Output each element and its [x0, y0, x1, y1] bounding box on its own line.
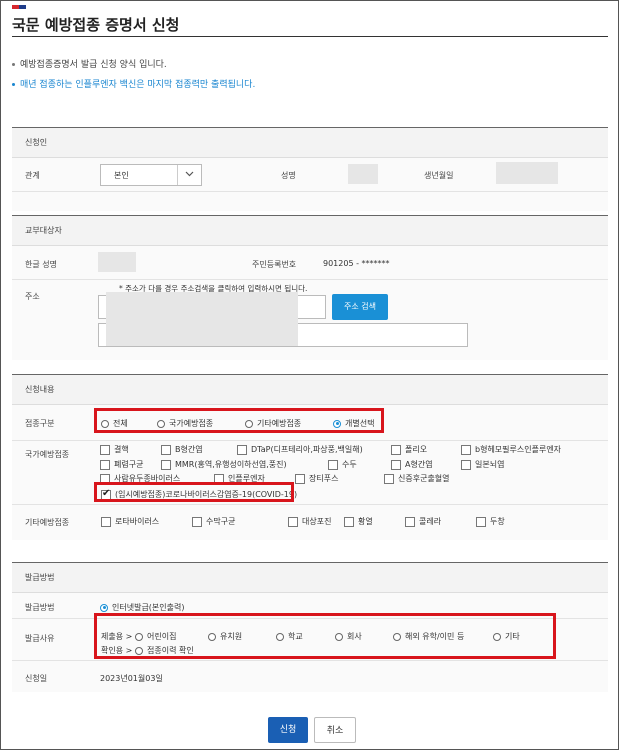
- checkbox-icon: [192, 516, 202, 527]
- national-item[interactable]: 폐렴구균: [100, 459, 143, 470]
- other-vaccination-row: 기타예방접종 로타바이러스 수막구균 대상포진 황열 콜레라 두창: [12, 505, 608, 539]
- other-item[interactable]: 로타바이러스: [101, 516, 159, 527]
- rrn-label: 주민등록번호: [252, 260, 297, 269]
- birth-label: 생년월일: [424, 171, 454, 180]
- checkbox-icon: [101, 516, 111, 527]
- checkbox-icon: [476, 516, 486, 527]
- national-item[interactable]: B형간염: [161, 444, 203, 455]
- national-item[interactable]: 수두: [328, 459, 357, 470]
- bullet-icon: [12, 63, 15, 66]
- apply-button[interactable]: 신청: [268, 717, 308, 743]
- name-value-redacted: [348, 164, 378, 184]
- checkbox-icon: [405, 516, 415, 527]
- applicant-row: 관계 본인 성명 생년월일: [12, 158, 608, 192]
- chevron-down-icon: [177, 165, 201, 185]
- section-title: 신청내용: [12, 375, 608, 405]
- address-row: 주소 * 주소가 다를 경우 주소검색을 클릭하여 입력하시면 됩니다. 주소 …: [12, 280, 608, 361]
- korean-name-redacted: [98, 252, 136, 272]
- other-item[interactable]: 대상포진: [288, 516, 331, 527]
- national-item[interactable]: 신증후군출혈열: [384, 473, 450, 484]
- korean-name-label: 한글 성명: [25, 260, 57, 269]
- checkbox-icon: [161, 444, 171, 455]
- highlight-covid-item: [94, 482, 294, 502]
- type-label: 접종구분: [25, 419, 55, 428]
- radio-selected-icon: [100, 603, 108, 612]
- korea-flag-icon: [12, 5, 26, 9]
- national-item[interactable]: b형헤모필루스인플루엔자: [461, 444, 561, 455]
- influenza-notice: 매년 접종하는 인플루엔자 백신은 마지막 접종력만 출력됩니다.: [12, 77, 255, 90]
- checkbox-icon: [461, 444, 471, 455]
- issue-date-row: 신청일 2023년01월03일: [12, 661, 608, 693]
- applicant-section: 신청인 관계 본인 성명 생년월일: [12, 127, 608, 211]
- checkbox-icon: [328, 459, 338, 470]
- checkbox-icon: [461, 459, 471, 470]
- recipient-name-row: 한글 성명 주민등록번호 901205 - *******: [12, 246, 608, 280]
- checkbox-icon: [344, 516, 354, 527]
- section-title: 교부대상자: [12, 216, 608, 246]
- method-label: 발급방법: [25, 603, 55, 612]
- checkbox-icon: [161, 459, 171, 470]
- bullet-icon: [12, 83, 15, 86]
- checkbox-icon: [237, 444, 247, 455]
- national-item[interactable]: MMR(홍역,유행성이하선염,풍진): [161, 459, 287, 470]
- relation-label: 관계: [25, 171, 40, 180]
- page-title: 국문 예방접종 증명서 신청: [12, 16, 180, 34]
- other-item[interactable]: 황열: [344, 516, 373, 527]
- national-item[interactable]: DTaP(디프테리아,파상풍,백일해): [237, 444, 363, 455]
- section-title: 신청인: [12, 128, 608, 158]
- name-label: 성명: [281, 171, 296, 180]
- address-redacted: [106, 292, 298, 346]
- relation-select[interactable]: 본인: [100, 164, 202, 186]
- checkbox-icon: [384, 473, 394, 484]
- national-label: 국가예방접종: [25, 450, 70, 459]
- birth-value-redacted: [496, 162, 558, 184]
- national-item[interactable]: 장티푸스: [295, 473, 338, 484]
- checkbox-icon: [391, 459, 401, 470]
- other-item[interactable]: 콜레라: [405, 516, 441, 527]
- content-section: 신청내용 접종구분 전체 국가예방접종 기타예방접종 개별선택 국가예방접종 결…: [12, 374, 608, 540]
- cancel-button[interactable]: 취소: [314, 717, 356, 743]
- national-item[interactable]: 일본뇌염: [461, 459, 504, 470]
- section-title: 발급방법: [12, 563, 608, 593]
- address-label: 주소: [25, 292, 40, 301]
- national-item[interactable]: A형간염: [391, 459, 433, 470]
- checkbox-icon: [391, 444, 401, 455]
- checkbox-icon: [288, 516, 298, 527]
- form-notice: 예방접종증명서 발급 신청 양식 입니다.: [12, 57, 167, 70]
- checkbox-icon: [100, 444, 110, 455]
- checkbox-icon: [295, 473, 305, 484]
- date-label: 신청일: [25, 674, 48, 683]
- recipient-section: 교부대상자 한글 성명 주민등록번호 901205 - ******* 주소 *…: [12, 215, 608, 360]
- national-item[interactable]: 폴리오: [391, 444, 427, 455]
- national-item[interactable]: 결핵: [100, 444, 129, 455]
- other-item[interactable]: 수막구균: [192, 516, 235, 527]
- highlight-type-options: [94, 408, 384, 433]
- checkbox-icon: [100, 459, 110, 470]
- relation-value: 본인: [114, 171, 129, 180]
- title-divider: [12, 36, 608, 37]
- highlight-issue-reason: [94, 613, 556, 659]
- date-value: 2023년01월03일: [100, 674, 163, 683]
- other-item[interactable]: 두창: [476, 516, 505, 527]
- method-option-internet[interactable]: 인터넷발급(본인출력): [100, 602, 184, 613]
- address-search-button[interactable]: 주소 검색: [332, 294, 388, 320]
- rrn-value: 901205 - *******: [323, 259, 390, 268]
- other-label: 기타예방접종: [25, 518, 70, 527]
- reason-label: 발급사유: [25, 634, 55, 643]
